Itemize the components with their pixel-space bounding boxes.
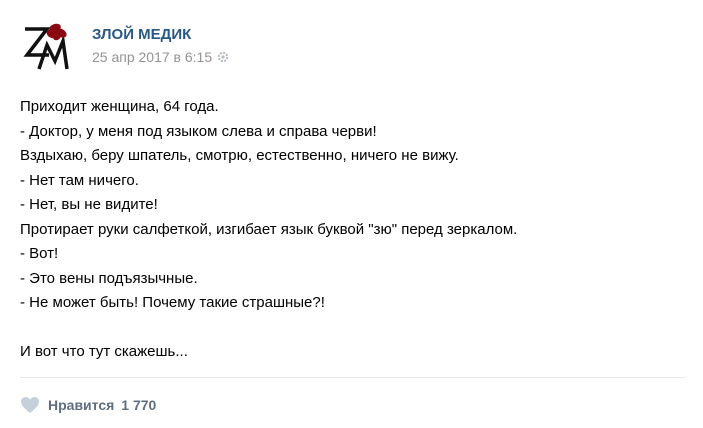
post-text-line: Протирает руки салфеткой, изгибает язык …: [20, 220, 518, 238]
post-date[interactable]: 25 апр 2017 в 6:15: [92, 49, 212, 65]
post-text-line: [20, 316, 685, 341]
post-text-line: - Доктор, у меня под языком слева и спра…: [20, 122, 377, 140]
post-header: ЗЛОЙ МЕДИК 25 апр 2017 в 6:15: [18, 18, 230, 76]
post-text-line: - Вот!: [20, 245, 59, 262]
author-name[interactable]: ЗЛОЙ МЕДИК: [92, 26, 230, 44]
post-text-line: - Нет, вы не видите!: [20, 196, 158, 213]
wall-post: ЗЛОЙ МЕДИК 25 апр 2017 в 6:15 Приходит ж…: [0, 0, 703, 428]
like-button[interactable]: Нравится 1 770: [20, 396, 156, 414]
zm-logo-icon: [23, 23, 69, 70]
post-text-line: - Не может быть! Почему такие страшные?!: [20, 294, 325, 311]
avatar[interactable]: [18, 18, 74, 74]
post-text-line: Вздыхаю, беру шпатель, смотрю, естествен…: [20, 147, 459, 164]
post-text-line: - Это вены подъязычные.: [20, 269, 198, 287]
post-text-line: - Нет там ничего.: [20, 171, 139, 189]
post-text-line: Приходит женщина, 64 года.: [20, 98, 219, 115]
post-text-line: И вот что тут скажешь...: [20, 343, 188, 360]
like-count: 1 770: [121, 397, 157, 413]
divider: [20, 377, 685, 378]
post-text: Приходит женщина, 64 года. - Доктор, у ме…: [20, 95, 685, 365]
post-meta: ЗЛОЙ МЕДИК 25 апр 2017 в 6:15: [92, 26, 230, 65]
gear-icon[interactable]: [216, 50, 230, 64]
like-label: Нравится: [48, 397, 115, 413]
date-row: 25 апр 2017 в 6:15: [92, 49, 230, 65]
heart-icon: [20, 396, 40, 414]
